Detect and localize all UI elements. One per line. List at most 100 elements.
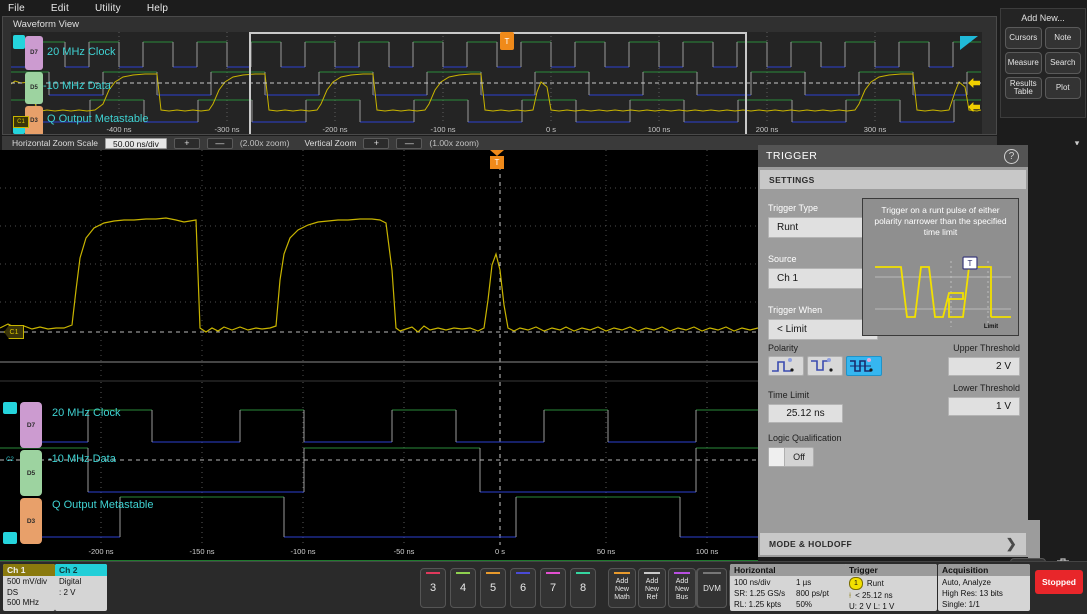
upper-threshold-field[interactable]: 2 V <box>948 357 1020 376</box>
main-analog-trace <box>0 217 758 333</box>
trigger-source-badge: 1 <box>849 577 863 590</box>
channel-button-7[interactable]: 7 <box>540 568 566 608</box>
acquisition-info-box[interactable]: Acquisition Auto, Analyze High Res: 13 b… <box>938 564 1030 611</box>
help-diagram-t-marker: T <box>968 259 973 268</box>
channel-button-4[interactable]: 4 <box>450 568 476 608</box>
add-new-measure-button[interactable]: Measure <box>1005 52 1042 74</box>
main-waveform-display[interactable]: C1 T <box>0 150 758 380</box>
trigger-settings-tab[interactable]: SETTINGS <box>760 170 1026 189</box>
main-trigger-marker[interactable]: T <box>490 150 504 170</box>
trigger-help-text: Trigger on a runt pulse of either polari… <box>874 205 1007 237</box>
menu-item-edit[interactable]: Edit <box>51 3 69 14</box>
overview-handle-top[interactable] <box>13 35 25 49</box>
overview-label-20mhz-clock: 20 MHz Clock <box>47 46 116 58</box>
digital-badge-d7-text: D7 <box>26 421 36 429</box>
horizontal-zoom-factor: (2.00x zoom) <box>239 138 290 148</box>
channel-badge-ch2[interactable]: Ch 2 Digital : 2 V <box>55 564 107 611</box>
menu-item-utility[interactable]: Utility <box>95 3 121 14</box>
menu-item-file[interactable]: File <box>8 3 25 14</box>
trigger-panel-title: TRIGGER <box>766 150 818 162</box>
polarity-positive-runt-button[interactable] <box>768 356 804 376</box>
add-new-plot-button[interactable]: Plot <box>1044 77 1081 99</box>
trigger-help-illustration: Trigger on a runt pulse of either polari… <box>862 198 1019 336</box>
channel-button-7-label: 7 <box>549 582 557 594</box>
add-new-note-button[interactable]: Note <box>1044 27 1081 49</box>
channel-button-6[interactable]: 6 <box>510 568 536 608</box>
dvm-button-box[interactable]: DVM <box>697 568 727 608</box>
waveform-overview-pane[interactable]: Waveform View D7 20 MHz Clock D5 -10 MHz… <box>2 16 997 135</box>
ch1-coupling: DS <box>7 587 19 597</box>
add-new-cursors-button[interactable]: Cursors <box>1005 27 1042 49</box>
add-new-bus-label: Add New Bus <box>674 578 689 601</box>
overview-grid[interactable]: D7 20 MHz Clock D5 -10 MHz Data D3 Q Out… <box>11 32 982 134</box>
ch1-bandwidth: 500 MHz <box>7 598 40 607</box>
channel-button-3[interactable]: 3 <box>420 568 446 608</box>
channel-button-5-label: 5 <box>489 582 497 594</box>
status-badge-stopped[interactable]: Stopped <box>1035 570 1083 594</box>
trigger-condition-readout: < 25.12 ns <box>855 591 893 600</box>
overview-title: Waveform View <box>3 17 996 32</box>
logic-qualification-label: Logic Qualification <box>768 433 842 443</box>
time-tick-4: 0 s <box>494 547 506 556</box>
channel-button-3-label: 3 <box>429 582 437 594</box>
add-new-ref-button[interactable]: Add New Ref <box>638 568 666 608</box>
horizontal-duration: 1 µs <box>796 578 812 587</box>
overview-tick-2: -200 ns <box>322 125 348 134</box>
trigger-help-diagram: T Limit <box>875 256 1011 330</box>
overview-tick-0: -400 ns <box>106 125 132 134</box>
vertical-zoom-in-button[interactable]: + <box>363 137 390 149</box>
digital-waveform-display[interactable]: D7 20 MHz Clock D5 -10 MHz Data C2 D3 Q … <box>0 382 758 545</box>
help-icon[interactable]: ? <box>1004 149 1019 164</box>
horizontal-info-box[interactable]: Horizontal 100 ns/div 1 µs SR: 1.25 GS/s 8… <box>730 564 848 611</box>
dvm-button-label: DVM <box>703 583 721 593</box>
add-new-math-button[interactable]: Add New Math <box>608 568 636 608</box>
time-tick-5: 50 ns <box>596 547 616 556</box>
logic-qualification-value: Off <box>793 452 805 462</box>
channel-button-5[interactable]: 5 <box>480 568 506 608</box>
digital-badge-d7[interactable]: D7 <box>20 402 42 448</box>
overview-badge-d3-text: D3 <box>30 118 38 124</box>
add-new-ref-label: Add New Ref <box>644 578 659 601</box>
channel-button-4-label: 4 <box>459 582 467 594</box>
channel-badge-ch1[interactable]: Ch 1 500 mV/div DS 500 MHz <box>3 564 55 611</box>
digital-group-handle-top[interactable] <box>3 402 17 414</box>
horizontal-zoom-out-button[interactable]: — <box>206 137 233 149</box>
add-new-panel: Add New... Cursors Note Measure Search R… <box>1000 8 1086 118</box>
time-tick-0: -200 ns <box>88 547 114 556</box>
menu-item-help[interactable]: Help <box>147 3 168 14</box>
overview-c1-badge[interactable]: C1 <box>13 116 29 128</box>
digital-badge-d5[interactable]: D5 <box>20 450 42 496</box>
digital-badge-d3[interactable]: D3 <box>20 498 42 544</box>
lower-threshold-field[interactable]: 1 V <box>948 397 1020 416</box>
trigger-when-value: < Limit <box>777 324 807 335</box>
polarity-either-runt-button[interactable] <box>846 356 882 376</box>
overview-trigger-marker-text: T <box>504 36 510 46</box>
add-new-search-button[interactable]: Search <box>1044 52 1081 74</box>
overview-badge-d7[interactable]: D7 <box>25 36 43 70</box>
add-new-math-label: Add New Math <box>614 578 630 601</box>
add-new-bus-button[interactable]: Add New Bus <box>668 568 696 608</box>
overview-badge-d7-text: D7 <box>30 50 38 56</box>
horizontal-zoom-in-button[interactable]: + <box>173 137 200 149</box>
upper-threshold-label: Upper Threshold <box>953 343 1020 353</box>
overview-trigger-marker[interactable]: T <box>500 32 514 50</box>
channel-button-8[interactable]: 8 <box>570 568 596 608</box>
horizontal-zoom-scale-field[interactable]: 50.00 ns/div <box>104 137 167 149</box>
acquisition-single-count: Single: 1/1 <box>942 600 980 609</box>
trigger-info-box[interactable]: Trigger 1 Runt ⍿ < 25.12 ns U: 2 V L: 1 … <box>845 564 937 611</box>
mode-and-holdoff-section[interactable]: MODE & HOLDOFF ❯ <box>760 533 1026 555</box>
panel-scrollbar[interactable] <box>1028 520 1040 558</box>
add-new-results-table-button[interactable]: Results Table <box>1005 77 1042 99</box>
horizontal-scale: 100 ns/div <box>734 578 771 587</box>
polarity-label: Polarity <box>768 343 799 353</box>
digital-c2-badge[interactable]: C2 <box>2 454 18 466</box>
digital-group-handle-bottom[interactable] <box>3 532 17 544</box>
vertical-zoom-out-button[interactable]: — <box>396 137 423 149</box>
time-limit-field[interactable]: 25.12 ns <box>768 404 843 423</box>
logic-qualification-toggle[interactable]: Off <box>768 447 814 467</box>
overview-badge-d5[interactable]: D5 <box>25 72 43 104</box>
trigger-info-title: Trigger <box>845 564 937 576</box>
channel-badge-ch1-title: Ch 1 <box>3 564 55 576</box>
polarity-negative-runt-button[interactable] <box>807 356 843 376</box>
channel-button-6-label: 6 <box>519 582 527 594</box>
